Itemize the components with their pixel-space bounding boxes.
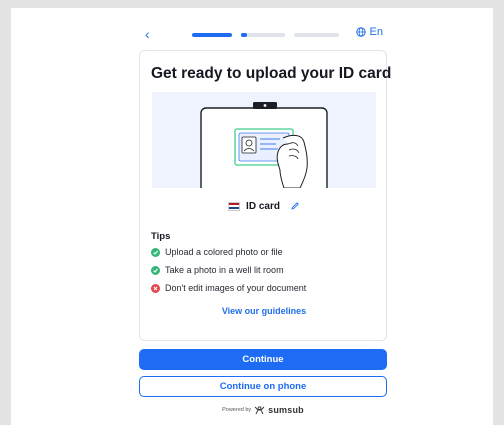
powered-by-footer: Powered by sumsub	[139, 403, 387, 417]
back-button[interactable]: ‹	[145, 25, 150, 43]
globe-icon	[355, 27, 366, 37]
tip-text: Upload a colored photo or file	[165, 247, 283, 257]
tips-heading: Tips	[151, 231, 171, 242]
instructions-card: Get ready to upload your ID card ID card…	[139, 50, 391, 341]
tip-text: Take a photo in a well lit room	[165, 265, 284, 275]
netherlands-flag-icon	[228, 201, 241, 211]
cross-icon	[151, 283, 160, 293]
check-icon	[151, 247, 160, 257]
view-guidelines-link[interactable]: View our guidelines	[140, 306, 388, 316]
selected-document: ID card	[140, 197, 388, 215]
top-navigation: ‹ En	[139, 25, 387, 43]
tip-item: Take a photo in a well lit room	[151, 264, 284, 276]
pencil-icon[interactable]	[290, 201, 300, 211]
tip-text: Don't edit images of your document	[165, 283, 307, 293]
tip-item: Upload a colored photo or file	[151, 246, 283, 258]
page-title: Get ready to upload your ID card	[151, 65, 392, 82]
continue-button[interactable]: Continue	[139, 349, 387, 370]
continue-on-phone-button[interactable]: Continue on phone	[139, 376, 387, 397]
document-type-label: ID card	[246, 200, 280, 212]
check-icon	[151, 265, 160, 275]
progress-step-1	[192, 33, 232, 37]
brand-name: sumsub	[268, 405, 304, 415]
language-label: En	[369, 26, 383, 38]
phone-with-id-card-icon	[200, 102, 328, 188]
id-card-illustration	[152, 92, 376, 188]
progress-step-2-fill	[241, 33, 247, 37]
progress-step-3	[294, 33, 339, 37]
tip-item: Don't edit images of your document	[151, 282, 306, 294]
progress-step-2	[241, 33, 285, 37]
language-selector[interactable]: En	[355, 26, 383, 38]
powered-by-label: Powered by	[222, 407, 252, 413]
sumsub-logo-icon	[254, 406, 265, 415]
